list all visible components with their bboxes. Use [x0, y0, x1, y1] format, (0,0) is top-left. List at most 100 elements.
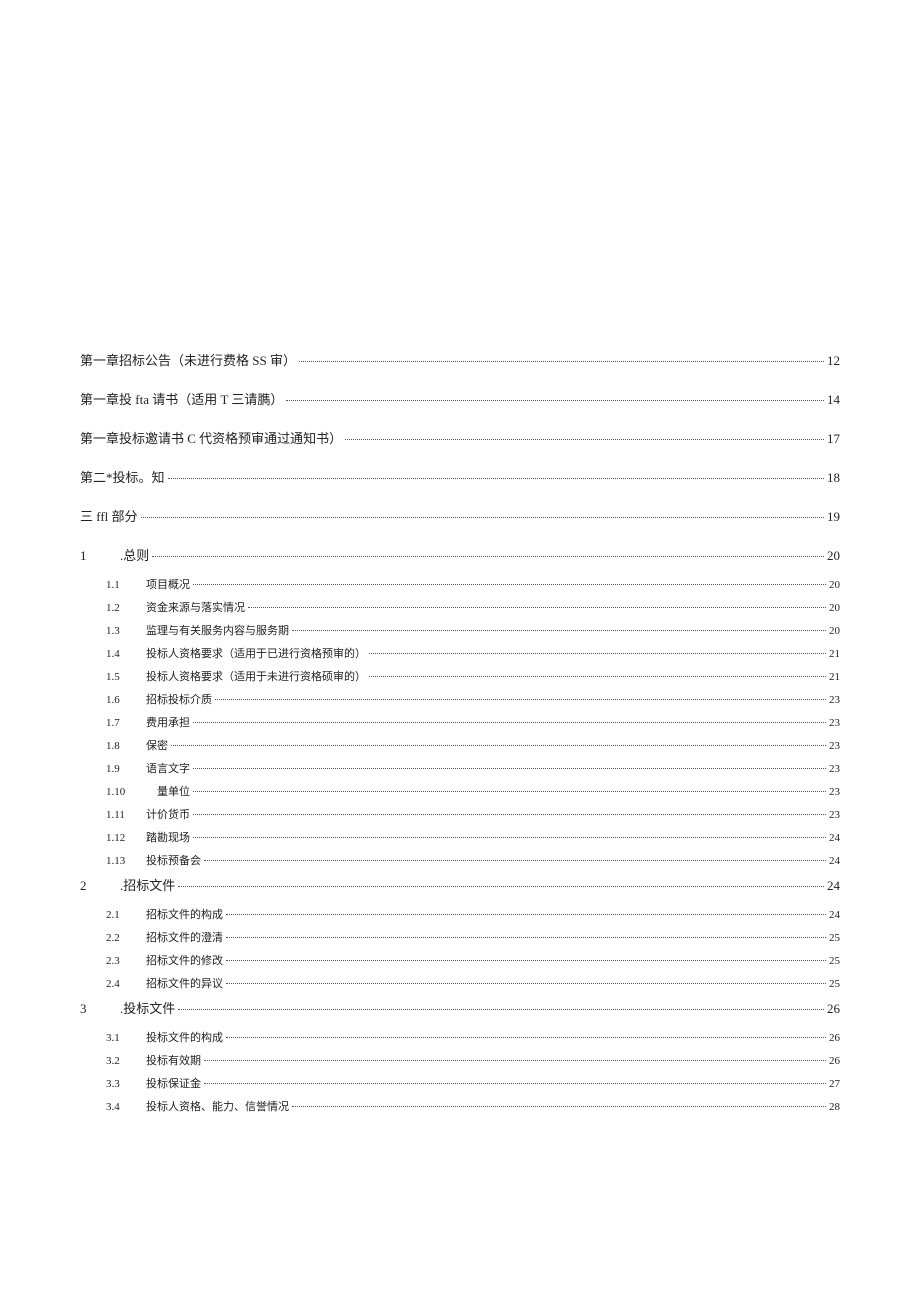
toc-text: 资金来源与落实情况: [146, 602, 245, 614]
toc-text: 投标人资格要求（适用于已进行资格预审的）: [146, 648, 366, 660]
toc-leader-dots: [171, 745, 826, 746]
toc-number: 1.4: [106, 648, 140, 660]
toc-leader-dots: [204, 1060, 826, 1061]
toc-page-number: 23: [829, 694, 840, 706]
toc-entry: 第一章招标公告（未进行费格 SS 审） 12: [80, 350, 840, 369]
toc-leader-dots: [193, 584, 826, 585]
toc-number: 2: [80, 878, 114, 894]
toc-number: 1.1: [106, 579, 140, 591]
toc-number: 1.13: [106, 855, 140, 867]
toc-entry: 1.4投标人资格要求（适用于已进行资格预审的）21: [80, 645, 840, 661]
toc-entry: 1.13投标预备会24: [80, 852, 840, 868]
toc-text: 招标文件的构成: [146, 909, 223, 921]
toc-number: 3: [80, 1001, 114, 1017]
toc-leader-dots: [178, 886, 824, 887]
toc-entry: 2.招标文件 24: [80, 875, 840, 894]
toc-text: 第一章投 fta 请书（适用 T 三请臇）: [80, 392, 283, 407]
toc-leader-dots: [193, 722, 826, 723]
toc-page-number: 19: [827, 509, 840, 525]
toc-label: 第一章招标公告（未进行费格 SS 审）: [80, 350, 296, 369]
toc-leader-dots: [226, 983, 826, 984]
toc-page-number: 24: [827, 878, 840, 894]
toc-number: 1.7: [106, 717, 140, 729]
toc-label: 第二*投标。知: [80, 467, 165, 486]
toc-label: 1.5投标人资格要求（适用于未进行资格硕审的）: [106, 668, 366, 684]
toc-text: 踏勘现场: [146, 832, 190, 844]
toc-number: 2.3: [106, 955, 140, 967]
toc-number: 2.1: [106, 909, 140, 921]
toc-label: 3.1投标文件的构成: [106, 1029, 223, 1045]
toc-text: 投标文件的构成: [146, 1032, 223, 1044]
toc-page-number: 28: [829, 1101, 840, 1113]
table-of-contents: 第一章招标公告（未进行费格 SS 审） 12 第一章投 fta 请书（适用 T 三请…: [80, 350, 840, 1114]
toc-page-number: 26: [829, 1055, 840, 1067]
toc-page-number: 24: [829, 909, 840, 921]
toc-text: 费用承担: [146, 717, 190, 729]
toc-number: 2.2: [106, 932, 140, 944]
toc-label: 3.4投标人资格、能力、信誉情况: [106, 1098, 289, 1114]
toc-entry: 2.3招标文件的修改25: [80, 952, 840, 968]
toc-page-number: 25: [829, 978, 840, 990]
toc-number: 1.12: [106, 832, 140, 844]
toc-label: 2.招标文件: [80, 875, 175, 894]
toc-number: 1.8: [106, 740, 140, 752]
toc-label: 1.12 踏勘现场: [106, 829, 190, 845]
toc-label: 3.3投标保证金: [106, 1075, 201, 1091]
toc-entry: 1.3监理与有关服务内容与服务期 20: [80, 622, 840, 638]
toc-label: 3 .投标文件: [80, 998, 175, 1017]
toc-leader-dots: [193, 814, 826, 815]
toc-page-number: 26: [827, 1001, 840, 1017]
toc-entry: 1.2资金来源与落实情况20: [80, 599, 840, 615]
toc-text: 三 ffl 部分: [80, 509, 138, 524]
toc-entry: 1.5投标人资格要求（适用于未进行资格硕审的）21: [80, 668, 840, 684]
toc-page-number: 24: [829, 855, 840, 867]
toc-text: 第一章投标邀请书 C 代资格预审通过通知书）: [80, 431, 342, 446]
toc-text: .投标文件: [120, 1001, 175, 1016]
toc-entry: 1.10 量单位23: [80, 783, 840, 799]
toc-entry: 2.1 招标文件的构成 24: [80, 906, 840, 922]
toc-text: 投标有效期: [146, 1055, 201, 1067]
toc-number: 1.10: [106, 786, 140, 798]
toc-page-number: 27: [829, 1078, 840, 1090]
toc-page-number: 23: [829, 809, 840, 821]
toc-label: 1.3监理与有关服务内容与服务期: [106, 622, 289, 638]
toc-page-number: 14: [827, 392, 840, 408]
toc-leader-dots: [292, 630, 826, 631]
toc-entry: 3.3投标保证金 27: [80, 1075, 840, 1091]
toc-leader-dots: [369, 676, 826, 677]
toc-entry: 第一章投 fta 请书（适用 T 三请臇） 14: [80, 389, 840, 408]
toc-entry: 1.11计价货币 23: [80, 806, 840, 822]
toc-leader-dots: [226, 914, 826, 915]
toc-page-number: 23: [829, 786, 840, 798]
toc-entry: 三 ffl 部分 19: [80, 506, 840, 525]
toc-label: 2.2招标文件的澄清: [106, 929, 223, 945]
toc-text: 招标投标介质: [146, 694, 212, 706]
toc-leader-dots: [369, 653, 826, 654]
toc-entry: 2.2招标文件的澄清25: [80, 929, 840, 945]
toc-entry: 第一章投标邀请书 C 代资格预审通过通知书）17: [80, 428, 840, 447]
toc-label: 1.8保密: [106, 737, 168, 753]
toc-page-number: 24: [829, 832, 840, 844]
toc-entry: 3.1投标文件的构成26: [80, 1029, 840, 1045]
toc-leader-dots: [215, 699, 826, 700]
toc-text: .总则: [120, 548, 149, 563]
toc-text: 第一章招标公告（未进行费格 SS 审）: [80, 353, 296, 368]
toc-label: 1.4 投标人资格要求（适用于已进行资格预审的）: [106, 645, 366, 661]
toc-label: 2.3招标文件的修改: [106, 952, 223, 968]
toc-entry: 2.4招标文件的异议25: [80, 975, 840, 991]
toc-leader-dots: [292, 1106, 826, 1107]
toc-page-number: 20: [829, 625, 840, 637]
toc-label: 1.11计价货币: [106, 806, 190, 822]
toc-text: 投标人资格、能力、信誉情况: [146, 1101, 289, 1113]
toc-number: 1.6: [106, 694, 140, 706]
toc-page-number: 20: [829, 579, 840, 591]
toc-entry: 1.6 招标投标介质 23: [80, 691, 840, 707]
toc-leader-dots: [168, 478, 824, 479]
toc-page-number: 12: [827, 353, 840, 369]
toc-page-number: 20: [829, 602, 840, 614]
toc-leader-dots: [193, 837, 826, 838]
toc-leader-dots: [204, 1083, 826, 1084]
toc-label: 1.7 费用承担: [106, 714, 190, 730]
toc-page-number: 23: [829, 740, 840, 752]
toc-leader-dots: [226, 1037, 826, 1038]
